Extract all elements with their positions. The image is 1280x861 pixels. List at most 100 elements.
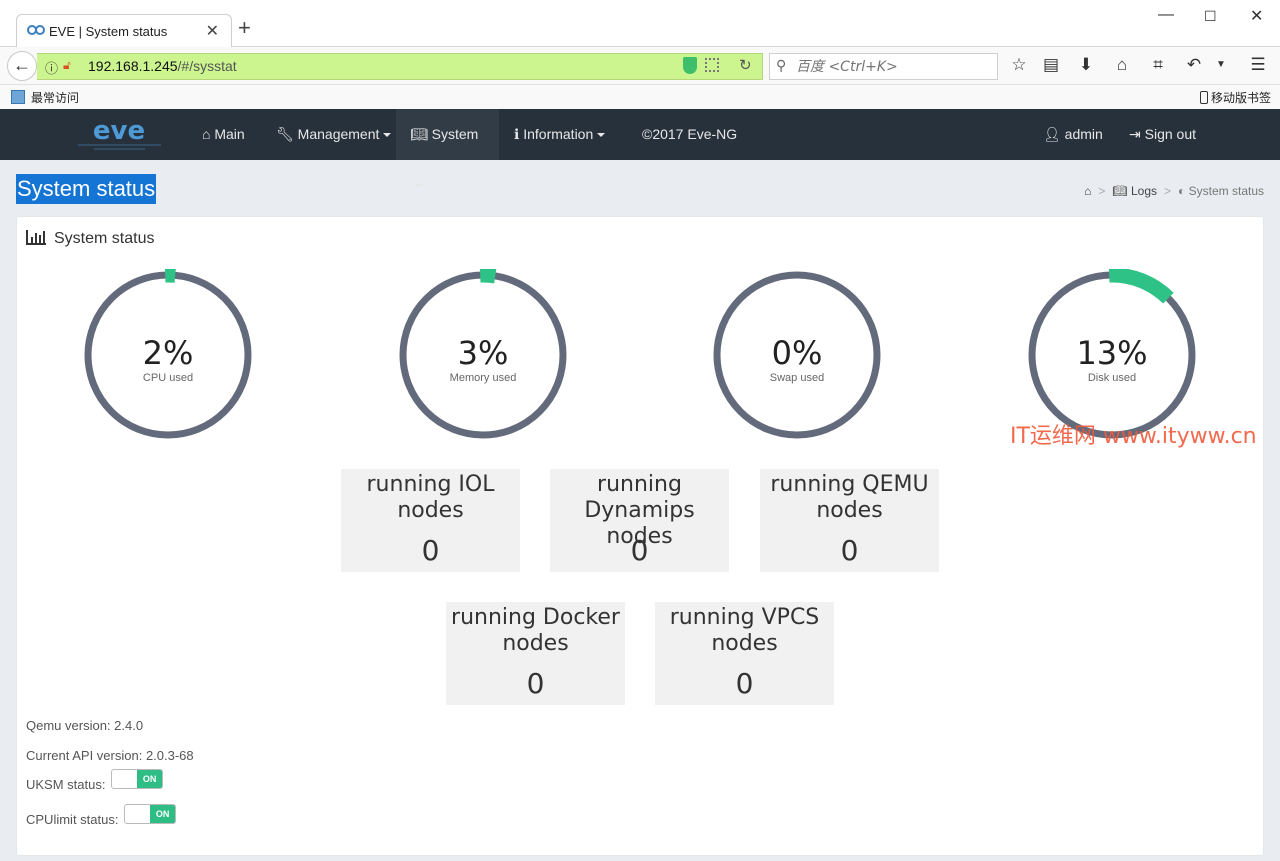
cpu-gauge: 2% CPU used — [82, 269, 254, 441]
mobile-bookmarks-label: 移动版书签 — [1210, 91, 1271, 105]
nav-main[interactable]: ⌂ Main — [188, 109, 259, 160]
url-host: 192.168.1.245 — [88, 58, 178, 74]
api-version: Current API version: 2.0.3-68 — [26, 748, 194, 763]
browser-tab[interactable]: EVE | System status ✕ — [16, 14, 232, 47]
user-icon: 👤︎ — [1043, 126, 1061, 142]
reload-icon[interactable]: ↻ — [739, 56, 752, 74]
nav-management-label: Management — [297, 126, 380, 142]
crop-icon[interactable]: ⌗ — [1147, 55, 1169, 75]
memory-gauge: 3% Memory used — [397, 269, 569, 441]
window-close-icon[interactable]: ✕ — [1250, 6, 1263, 26]
iol-nodes-box: running IOL nodes 0 — [341, 469, 520, 572]
gauge-label: CPU used — [142, 372, 194, 384]
disk-gauge: 13% Disk used — [1026, 269, 1198, 441]
bookmark-folder-icon — [11, 90, 25, 104]
shield-icon[interactable] — [683, 57, 697, 74]
reading-list-icon[interactable]: ▤ — [1040, 55, 1062, 75]
nav-copyright[interactable]: ©2017 Eve-NG — [628, 109, 751, 160]
uksm-toggle[interactable]: ON — [111, 768, 164, 789]
nav-system[interactable]: 📖︎ System — [396, 109, 499, 188]
breadcrumb-home-icon[interactable]: ⌂ — [1084, 184, 1091, 198]
breadcrumb: ⌂ > 📖︎ Logs > ◐ System status — [1084, 184, 1264, 198]
info-circle-icon: ℹ — [514, 126, 520, 142]
panel-heading: System status — [26, 229, 154, 248]
panel-title: System status — [54, 230, 155, 247]
dropdown-arrow-icon[interactable]: ▼ — [1210, 59, 1232, 70]
toggle-on-label: ON — [150, 804, 176, 823]
breadcrumb-logs[interactable]: 📖︎ Logs — [1112, 184, 1157, 198]
gauge-label: Memory used — [449, 372, 517, 384]
node-count: 0 — [630, 534, 649, 567]
minimize-icon[interactable]: — — [1158, 6, 1174, 24]
gauge-percent: 2% — [142, 334, 194, 372]
address-bar[interactable]: ⓘ 🔓︎ 192.168.1.245/#/sysstat ↻ — [37, 53, 763, 80]
cpulimit-status-row: CPUlimit status: ON — [26, 803, 177, 827]
new-tab-icon[interactable]: + — [238, 17, 251, 39]
tab-title: EVE | System status — [49, 24, 168, 39]
bookmarks-bar: 最常访问 移动版书签 — [0, 85, 1280, 109]
signout-label: Sign out — [1144, 126, 1196, 142]
search-input[interactable] — [796, 56, 992, 77]
vpcs-nodes-box: running VPCS nodes 0 — [655, 602, 834, 705]
nav-system-label: System — [431, 126, 479, 142]
bar-chart-icon — [26, 230, 46, 245]
home-icon: ⌂ — [202, 126, 211, 142]
qemu-nodes-box: running QEMU nodes 0 — [760, 469, 939, 572]
url-text: 192.168.1.245/#/sysstat — [88, 58, 237, 74]
tab-close-icon[interactable]: ✕ — [206, 21, 219, 41]
bookmark-label: 最常访问 — [31, 91, 80, 105]
app-navbar: eve ⌂ Main 🔧︎ Management 📖︎ System ℹ Inf… — [0, 109, 1280, 188]
dynamips-nodes-box: running Dynamips nodes 0 — [550, 469, 729, 572]
gauge-percent: 13% — [1076, 334, 1148, 372]
nav-user[interactable]: 👤︎ admin — [1029, 109, 1117, 160]
phone-icon — [1199, 91, 1208, 104]
gauge-percent: 0% — [771, 334, 823, 372]
book-icon: 📖︎ — [410, 126, 428, 142]
home-button-icon[interactable]: ⌂ — [1111, 55, 1133, 75]
hamburger-menu-icon[interactable]: ☰ — [1247, 55, 1269, 75]
nav-main-label: Main — [214, 126, 245, 142]
download-icon[interactable]: ⬇ — [1075, 55, 1097, 75]
gauge-label: Swap used — [769, 372, 825, 384]
eve-favicon-icon — [27, 25, 45, 35]
search-icon: ⚲ — [776, 57, 787, 73]
caret-down-icon — [414, 184, 422, 188]
nav-information-label: Information — [523, 126, 594, 142]
qr-code-icon[interactable] — [705, 58, 719, 72]
gauge-label: Disk used — [1087, 372, 1137, 384]
nav-information[interactable]: ℹ Information — [500, 109, 619, 160]
node-box-title: running QEMU nodes — [770, 472, 929, 523]
uksm-status-row: UKSM status: ON — [26, 768, 164, 792]
browser-toolbar: ← ⓘ 🔓︎ 192.168.1.245/#/sysstat ↻ ⚲ ☆ ▤ ⬇… — [0, 47, 1280, 85]
info-icon[interactable]: ⓘ — [45, 58, 58, 77]
watermark-text: IT运维网 www.ityww.cn — [1010, 424, 1257, 449]
most-visited-bookmark[interactable]: 最常访问 — [11, 89, 79, 106]
node-box-title: running Docker nodes — [451, 605, 620, 656]
nav-management[interactable]: 🔧︎ Management — [262, 109, 405, 160]
node-count: 0 — [421, 534, 440, 567]
uksm-status-label: UKSM status: — [26, 777, 106, 792]
toggle-on-label: ON — [137, 769, 163, 788]
breadcrumb-current: ◐ System status — [1178, 184, 1264, 198]
copyright-label: ©2017 Eve-NG — [642, 126, 738, 142]
maximize-icon[interactable]: ☐ — [1204, 8, 1217, 25]
cpulimit-toggle[interactable]: ON — [124, 803, 177, 824]
logo-text: eve — [93, 116, 145, 146]
node-count: 0 — [526, 667, 545, 700]
insecure-lock-icon: 🔓︎ — [63, 58, 71, 72]
bookmark-star-icon[interactable]: ☆ — [1008, 55, 1030, 75]
user-label: admin — [1064, 126, 1103, 142]
search-bar[interactable]: ⚲ — [769, 53, 998, 80]
half-circle-icon: ◐ — [1178, 184, 1186, 198]
undo-icon[interactable]: ↶ — [1183, 55, 1205, 75]
mobile-bookmarks[interactable]: 移动版书签 — [1199, 89, 1271, 106]
node-count: 0 — [735, 667, 754, 700]
back-button[interactable]: ← — [7, 51, 37, 81]
book-icon: 📖︎ — [1112, 184, 1128, 198]
swap-gauge: 0% Swap used — [711, 269, 883, 441]
gauge-percent: 3% — [457, 334, 509, 372]
browser-tab-bar: EVE | System status ✕ + — ☐ ✕ — [0, 0, 1280, 47]
eve-logo[interactable]: eve — [72, 115, 167, 155]
cpulimit-status-label: CPUlimit status: — [26, 812, 119, 827]
nav-signout[interactable]: ⇥ Sign out — [1115, 109, 1210, 160]
